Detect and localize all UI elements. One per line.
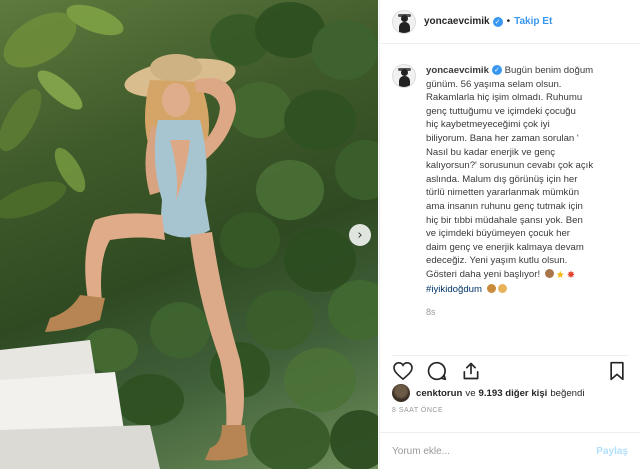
avatar[interactable]: [392, 9, 416, 34]
caption-line: kalıyorsun?' sorusunun cevabı çok açık: [426, 160, 594, 172]
verified-badge-icon: ✓: [491, 65, 502, 76]
caption-text: yoncaevcimik ✓ Bugün benim doğum günüm. 5…: [426, 64, 632, 320]
share-button[interactable]: [460, 360, 482, 382]
comment-input[interactable]: [392, 445, 597, 457]
caption-line: Nasıl bu kadar enerjik ve genç: [426, 146, 556, 158]
caption-line: genç tuttuğumu ve içimdeki çocuğu: [426, 105, 576, 117]
caption-block: yoncaevcimik ✓ Bugün benim doğum günüm. 5…: [392, 64, 632, 320]
likes-connector: ve: [465, 387, 476, 399]
caption-line: biliyorum. Bana her zaman sorulan ': [426, 132, 579, 144]
caption-line: hiç kaybetmeyeceğimi çok iyi: [426, 119, 550, 131]
separator-dot: •: [506, 16, 511, 27]
like-button[interactable]: [392, 360, 414, 382]
likes-suffix: beğendi: [550, 387, 585, 399]
caption-line: günüm. 56 yaşıma selam olsun.: [426, 78, 562, 90]
post-comment-button[interactable]: Paylaş: [596, 446, 628, 457]
caption-line: edeceğiz. Yeni yaşım kutlu olsun.: [426, 255, 568, 267]
comment-icon: [427, 361, 447, 381]
post-date: 8 SAAT ÖNCE: [392, 407, 444, 414]
follow-button[interactable]: Takip Et: [514, 16, 552, 27]
action-bar: [392, 355, 628, 382]
verified-badge-icon: ✓: [492, 16, 503, 27]
burst-emoji-icon: ✸: [566, 269, 576, 281]
username-link[interactable]: yoncaevcimik: [424, 16, 490, 27]
caption-line: aslında. Malum dış görünüş için her: [426, 173, 578, 185]
chevron-right-icon: ›: [357, 227, 363, 243]
post-photo: ›: [0, 0, 378, 469]
next-photo-button[interactable]: ›: [349, 224, 371, 246]
post-header: yoncaevcimik ✓ • Takip Et: [380, 0, 640, 44]
caption-line: Rakamlarla hiç işim olmadı. Ruhumu: [426, 92, 583, 104]
comment-button[interactable]: [426, 360, 448, 382]
liker-username-link[interactable]: cenktorun: [416, 388, 462, 399]
caption-username-link[interactable]: yoncaevcimik: [426, 65, 489, 76]
save-button[interactable]: [606, 360, 628, 382]
caption-line: Gösteri daha yeni başlıyor!: [426, 268, 541, 280]
emoji-icon: [544, 268, 554, 278]
caption-line: Bugün benim doğum: [504, 65, 594, 76]
heart-icon: [393, 362, 413, 380]
share-icon: [463, 362, 479, 380]
photo-illustration: [0, 2, 378, 469]
bookmark-icon: [610, 361, 624, 381]
star-emoji-icon: ★: [555, 269, 565, 281]
caption-line: ve içimdeki büyümeyen çocuk her: [426, 228, 570, 240]
post-side-panel: yoncaevcimik ✓ • Takip Et yoncaevcimik ✓ …: [379, 0, 640, 469]
caption-time: 8s: [426, 307, 436, 318]
comment-box: Paylaş: [380, 432, 640, 469]
likes-count-link[interactable]: 9.193 diğer kişi: [479, 388, 548, 399]
caption-line: daim genç ve enerjik kalmaya devam: [426, 241, 584, 253]
liker-avatar[interactable]: [392, 384, 410, 402]
hashtag-link[interactable]: #iyikidoğdum: [426, 284, 482, 295]
likes-summary: cenktorun ve 9.193 diğer kişi beğendi: [392, 384, 587, 402]
caption-line: hiç bir tıbbi müdahale şansı yok. Ben: [426, 214, 583, 226]
caption-line: türlü nimetten yararlanmak mümkün: [426, 187, 580, 199]
hands-emoji-icon: [497, 283, 507, 293]
caption-avatar[interactable]: [392, 64, 416, 88]
emoji-icon: [486, 283, 496, 293]
caption-line: ama insanın ruhunu genç tutmak için: [426, 200, 583, 212]
